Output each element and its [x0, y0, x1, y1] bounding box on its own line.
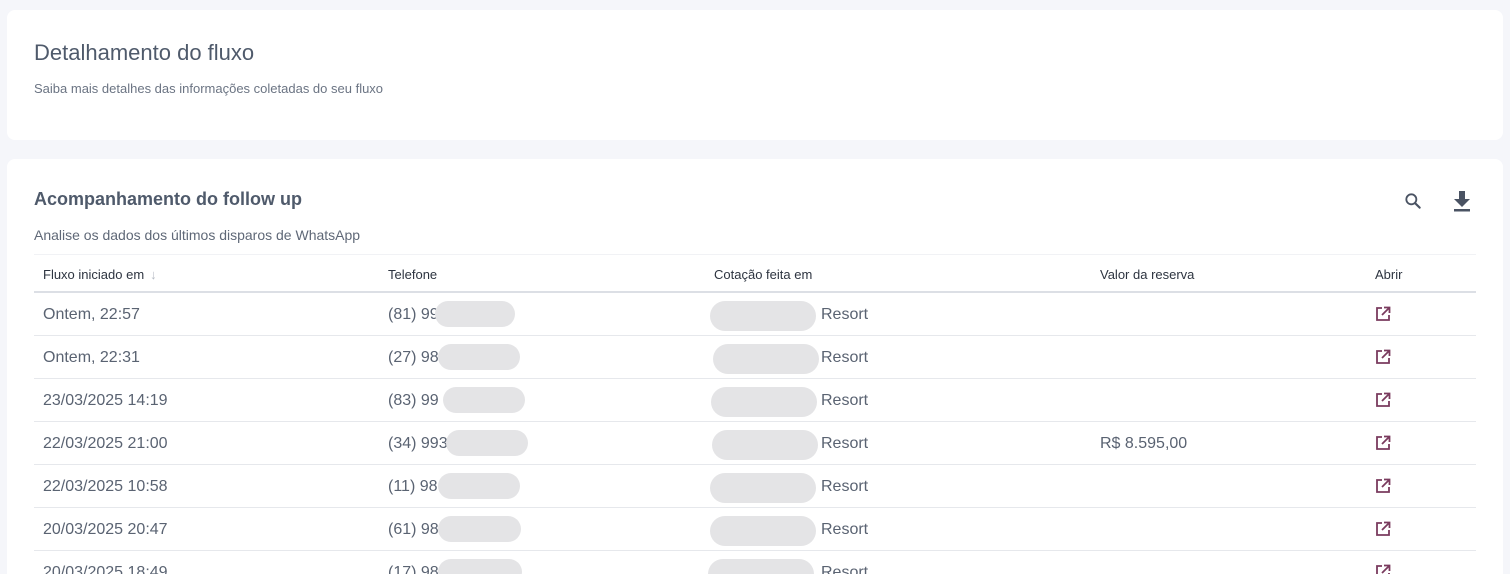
- redacted-hotel: [708, 559, 814, 574]
- redacted-phone: [446, 430, 528, 456]
- table-header: Fluxo iniciado em ↓ Telefone Cotação feit…: [34, 254, 1476, 293]
- table-row: Ontem, 22:57 (81) 99 Resort: [34, 293, 1476, 336]
- row-date: 23/03/2025 14:19: [43, 392, 168, 409]
- redacted-hotel: [710, 473, 816, 503]
- row-phone: (17) 98: [388, 564, 439, 574]
- row-date: 20/03/2025 20:47: [43, 521, 168, 538]
- open-external-icon[interactable]: [1375, 564, 1391, 574]
- redacted-hotel: [710, 301, 816, 331]
- follow-up-table: Fluxo iniciado em ↓ Telefone Cotação feit…: [34, 254, 1476, 574]
- table-row: 22/03/2025 21:00 (34) 993 Resort R$ 8.595,0…: [34, 422, 1476, 465]
- row-hotel: Resort: [821, 392, 869, 409]
- redacted-hotel: [713, 344, 819, 374]
- page-title: Detalhamento do fluxo: [34, 40, 255, 65]
- col-valor: Valor da reserva: [1100, 267, 1195, 282]
- download-button[interactable]: [1448, 187, 1476, 215]
- search-icon: [1405, 193, 1421, 209]
- redacted-phone: [438, 559, 522, 574]
- open-external-icon[interactable]: [1375, 521, 1391, 542]
- section-title: Acompanhamento do follow up: [34, 189, 302, 209]
- row-hotel: Resort: [821, 478, 869, 495]
- open-external-icon[interactable]: [1375, 306, 1391, 327]
- row-date: 22/03/2025 21:00: [43, 435, 168, 452]
- redacted-phone: [438, 344, 520, 370]
- table-row: 20/03/2025 20:47 (61) 98 Resort: [34, 508, 1476, 551]
- follow-up-card: Acompanhamento do follow up Analise os d…: [7, 159, 1503, 574]
- col-telefone: Telefone: [388, 267, 438, 282]
- row-date: Ontem, 22:57: [43, 306, 140, 323]
- search-button[interactable]: [1399, 187, 1427, 215]
- open-external-icon[interactable]: [1375, 392, 1391, 413]
- sort-down-icon: ↓: [150, 267, 157, 282]
- row-phone: (83) 99: [388, 392, 439, 409]
- col-cotacao: Cotação feita em: [714, 267, 813, 282]
- row-value: R$ 8.595,00: [1100, 435, 1188, 452]
- redacted-phone: [435, 301, 515, 327]
- row-phone: (61) 98: [388, 521, 439, 538]
- download-icon: [1454, 191, 1470, 212]
- redacted-hotel: [712, 430, 818, 460]
- row-date: 22/03/2025 10:58: [43, 478, 168, 495]
- open-external-icon[interactable]: [1375, 478, 1391, 499]
- open-external-icon[interactable]: [1375, 349, 1391, 370]
- section-subtitle: Analise os dados dos últimos disparos de…: [34, 227, 361, 243]
- row-phone: (34) 993: [388, 435, 448, 452]
- table-body: Ontem, 22:57 (81) 99 Resort Ontem, 22:31 (27…: [34, 293, 1476, 574]
- page-subtitle: Saiba mais detalhes das informações cole…: [34, 81, 384, 96]
- row-date: Ontem, 22:31: [43, 349, 140, 366]
- table-row: 20/03/2025 18:49 (17) 98 Resort: [34, 551, 1476, 574]
- row-phone: (27) 98: [388, 349, 439, 366]
- redacted-phone: [438, 516, 521, 542]
- table-row: 23/03/2025 14:19 (83) 99 Resort: [34, 379, 1476, 422]
- row-hotel: Resort: [821, 435, 869, 452]
- table-row: 22/03/2025 10:58 (11) 98 Resort: [34, 465, 1476, 508]
- col-abrir: Abrir: [1375, 267, 1403, 282]
- open-external-icon[interactable]: [1375, 435, 1391, 456]
- redacted-hotel: [710, 516, 816, 546]
- row-hotel: Resort: [821, 521, 869, 538]
- row-hotel: Resort: [821, 564, 869, 574]
- row-date: 20/03/2025 18:49: [43, 564, 168, 574]
- row-hotel: Resort: [821, 306, 869, 323]
- flow-detail-card: Detalhamento do fluxo Saiba mais detalhe…: [7, 10, 1503, 140]
- row-phone: (11) 98: [388, 478, 438, 495]
- col-fluxo-iniciado[interactable]: Fluxo iniciado em ↓: [43, 267, 157, 282]
- row-hotel: Resort: [821, 349, 869, 366]
- row-phone: (81) 99: [388, 306, 439, 323]
- redacted-hotel: [711, 387, 817, 417]
- table-row: Ontem, 22:31 (27) 98 Resort: [34, 336, 1476, 379]
- redacted-phone: [443, 387, 525, 413]
- redacted-phone: [438, 473, 520, 499]
